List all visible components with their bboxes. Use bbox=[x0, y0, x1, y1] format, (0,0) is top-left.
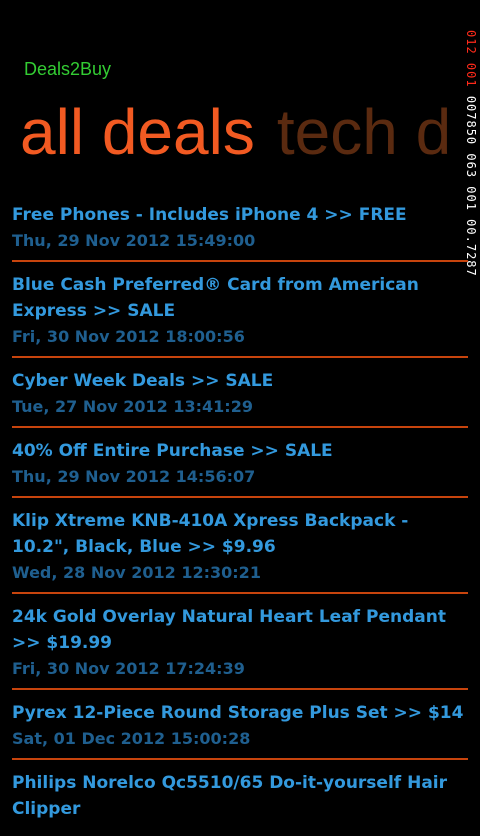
deal-date: Wed, 28 Nov 2012 12:30:21 bbox=[12, 563, 261, 582]
deal-date: Thu, 29 Nov 2012 15:49:00 bbox=[12, 231, 256, 250]
deal-title: Pyrex 12-Piece Round Storage Plus Set >>… bbox=[12, 703, 464, 723]
deal-title: Cyber Week Deals >> SALE bbox=[12, 371, 274, 391]
deal-date: Thu, 29 Nov 2012 14:56:07 bbox=[12, 467, 256, 486]
deal-item[interactable]: Klip Xtreme KNB-410A Xpress Backpack - 1… bbox=[12, 506, 468, 594]
app-title: Deals2Buy bbox=[24, 59, 112, 79]
deal-item[interactable]: Philips Norelco Qc5510/65 Do-it-yourself… bbox=[12, 768, 468, 828]
deal-title: Philips Norelco Qc5510/65 Do-it-yourself… bbox=[12, 773, 448, 819]
deal-title: 40% Off Entire Purchase >> SALE bbox=[12, 441, 333, 461]
pivot-header: all deals tech d bbox=[20, 92, 451, 172]
debug-counter-red: 012 001 bbox=[464, 30, 478, 88]
deal-item[interactable]: 24k Gold Overlay Natural Heart Leaf Pend… bbox=[12, 602, 468, 690]
deal-item[interactable]: Free Phones - Includes iPhone 4 >> FREE … bbox=[12, 200, 468, 262]
deal-title: 24k Gold Overlay Natural Heart Leaf Pend… bbox=[12, 607, 446, 653]
pivot-tab-all-deals[interactable]: all deals bbox=[20, 96, 255, 168]
deal-date: Fri, 30 Nov 2012 17:24:39 bbox=[12, 659, 245, 678]
deal-item[interactable]: Cyber Week Deals >> SALE Tue, 27 Nov 201… bbox=[12, 366, 468, 428]
deal-date: Sat, 01 Dec 2012 15:00:28 bbox=[12, 729, 251, 748]
deal-title: Klip Xtreme KNB-410A Xpress Backpack - 1… bbox=[12, 511, 409, 557]
deal-item[interactable]: Pyrex 12-Piece Round Storage Plus Set >>… bbox=[12, 698, 468, 760]
deal-title: Free Phones - Includes iPhone 4 >> FREE bbox=[12, 205, 407, 225]
pivot-tab-tech-deals[interactable]: tech d bbox=[277, 96, 451, 168]
deal-list: Free Phones - Includes iPhone 4 >> FREE … bbox=[12, 200, 468, 836]
deal-date: Fri, 30 Nov 2012 18:00:56 bbox=[12, 327, 245, 346]
deal-title: Blue Cash Preferred® Card from American … bbox=[12, 275, 419, 321]
deal-item[interactable]: 40% Off Entire Purchase >> SALE Thu, 29 … bbox=[12, 436, 468, 498]
deal-date: Tue, 27 Nov 2012 13:41:29 bbox=[12, 397, 253, 416]
deal-item[interactable]: Blue Cash Preferred® Card from American … bbox=[12, 270, 468, 358]
